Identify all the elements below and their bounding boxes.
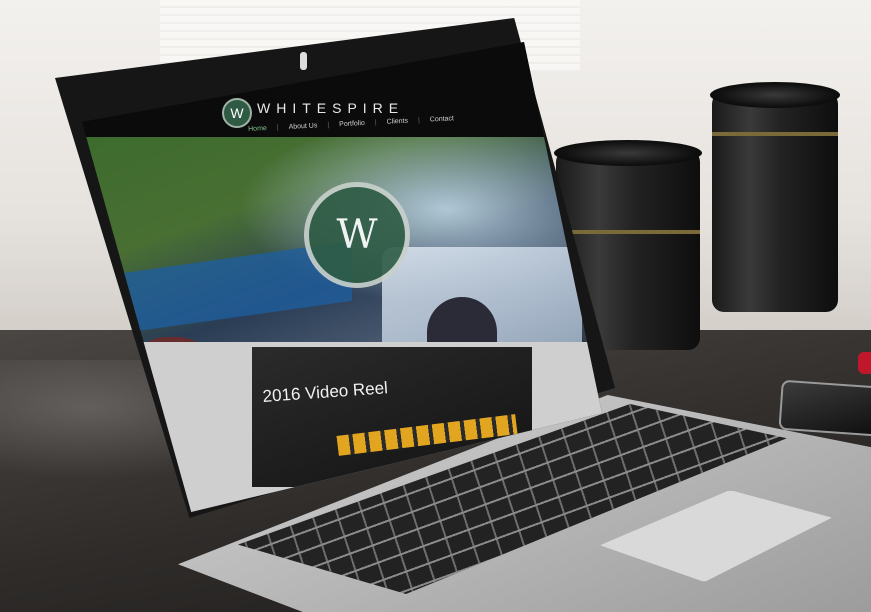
nav-separator: | (327, 121, 330, 129)
red-object (858, 352, 871, 374)
site-brand-name: WHITESPIRE (257, 100, 405, 116)
nav-separator: | (417, 117, 421, 125)
smartphone (778, 379, 871, 439)
nav-item-contact[interactable]: Contact (430, 115, 454, 123)
nav-separator: | (374, 119, 377, 127)
lens-ring (556, 230, 700, 234)
site-logo[interactable]: W (222, 98, 252, 128)
nav-item-clients[interactable]: Clients (386, 118, 408, 126)
nav-separator: | (276, 124, 279, 132)
nav-item-home[interactable]: Home (248, 125, 267, 133)
nav-item-portfolio[interactable]: Portfolio (339, 120, 365, 128)
hero-emblem-logo: W (304, 182, 410, 288)
lens-cap-top (710, 82, 840, 108)
lens-ring (712, 132, 838, 136)
lens-cap-top (554, 140, 702, 166)
webcam-icon (300, 52, 307, 70)
camera-lens-right (710, 82, 840, 312)
